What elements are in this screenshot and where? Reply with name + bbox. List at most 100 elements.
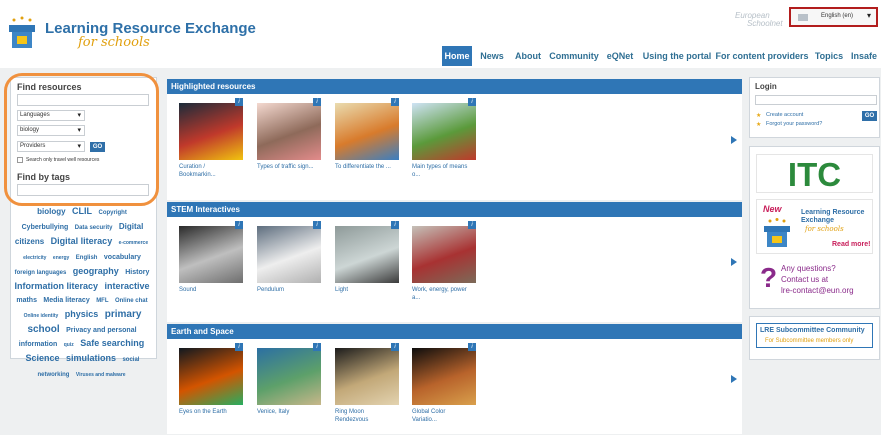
resource-card[interactable]: i Types of traffic sign... (257, 98, 321, 171)
resource-title[interactable]: Venice, Italy (257, 408, 321, 416)
info-icon[interactable]: i (235, 221, 243, 229)
tag-link[interactable]: energy (53, 255, 69, 261)
info-icon[interactable]: i (391, 221, 399, 229)
resource-card[interactable]: i Ring Moon Rendezvous (335, 343, 399, 424)
info-icon[interactable]: i (468, 221, 476, 229)
tag-link[interactable]: Online identity (24, 313, 59, 319)
tag-link[interactable]: quiz (64, 342, 74, 348)
nav-about[interactable]: About (512, 46, 544, 66)
site-title[interactable]: Learning Resource Exchange (45, 20, 256, 37)
resource-card[interactable]: i Global Color Variatio... (412, 343, 476, 424)
tag-link[interactable]: vocabulary (104, 254, 141, 261)
info-icon[interactable]: i (235, 98, 243, 106)
resource-thumbnail[interactable] (335, 226, 399, 283)
resource-thumbnail[interactable] (179, 348, 243, 405)
info-icon[interactable]: i (235, 343, 243, 351)
tag-link[interactable]: physics (65, 309, 99, 319)
questions-box[interactable]: ? Any questions? Contact us at lre-conta… (756, 260, 873, 300)
resource-title[interactable]: Sound (179, 286, 243, 294)
next-arrow-icon[interactable] (731, 375, 737, 383)
login-input[interactable] (755, 95, 877, 105)
resource-title[interactable]: Curation / (179, 163, 243, 171)
tag-link[interactable]: biology (37, 207, 65, 216)
resource-title[interactable]: Light (335, 286, 399, 294)
resource-thumbnail[interactable] (335, 103, 399, 160)
tag-link[interactable]: foreign languages (15, 270, 67, 276)
resource-card[interactable]: i To differentiate the ... (335, 98, 399, 171)
resource-thumbnail[interactable] (179, 103, 243, 160)
resource-thumbnail[interactable] (257, 103, 321, 160)
resource-title[interactable]: Main types of means (412, 163, 476, 171)
lre-promo-banner[interactable]: New Learning Resource Exchange for schoo… (756, 199, 873, 254)
eun-logo[interactable]: European Schoolnet (735, 12, 783, 28)
resource-title[interactable]: Types of traffic sign... (257, 163, 321, 171)
resource-thumbnail[interactable] (257, 348, 321, 405)
info-icon[interactable]: i (313, 221, 321, 229)
info-icon[interactable]: i (313, 98, 321, 106)
resource-title[interactable]: Work, energy, power (412, 286, 476, 294)
tag-link[interactable]: Online chat (115, 298, 148, 304)
tag-link[interactable]: interactive (104, 281, 149, 291)
tag-link[interactable]: electricity (23, 255, 46, 261)
tag-link[interactable]: Data security (75, 225, 113, 231)
resource-card[interactable]: i Venice, Italy (257, 343, 321, 416)
tag-link[interactable]: Viruses and malware (76, 372, 126, 378)
subcommittee-link[interactable]: LRE Subcommittee Community For Subcommit… (756, 323, 873, 348)
resource-thumbnail[interactable] (412, 226, 476, 283)
info-icon[interactable]: i (468, 343, 476, 351)
resource-card[interactable]: i Sound (179, 221, 243, 294)
travel-well-checkbox[interactable] (17, 157, 23, 163)
resource-title[interactable]: Eyes on the Earth (179, 408, 243, 416)
read-more-link[interactable]: Read more! (832, 241, 871, 248)
nav-insafe[interactable]: Insafe (851, 46, 881, 66)
info-icon[interactable]: i (468, 98, 476, 106)
tag-link[interactable]: MFL (96, 298, 108, 304)
resource-thumbnail[interactable] (257, 226, 321, 283)
nav-using-portal[interactable]: Using the portal (641, 46, 713, 66)
nav-news[interactable]: News (476, 46, 508, 66)
resource-card[interactable]: i Curation / Bookmarkin... (179, 98, 243, 179)
tag-link[interactable]: Science (26, 353, 60, 363)
nav-eqnet[interactable]: eQNet (604, 46, 636, 66)
tag-link[interactable]: English (76, 255, 98, 261)
forgot-password-link[interactable]: Forgot your password? (766, 121, 822, 127)
nav-community[interactable]: Community (548, 46, 600, 66)
tag-link[interactable]: Information literacy (14, 281, 98, 291)
resource-title[interactable]: Pendulum (257, 286, 321, 294)
info-icon[interactable]: i (391, 343, 399, 351)
resource-card[interactable]: i Main types of means o... (412, 98, 476, 179)
next-arrow-icon[interactable] (731, 258, 737, 266)
search-go-button[interactable]: GO (90, 142, 105, 152)
resource-title[interactable]: Ring Moon (335, 408, 399, 416)
info-icon[interactable]: i (391, 98, 399, 106)
tag-link[interactable]: Cyberbullying (22, 224, 69, 231)
resource-card[interactable]: i Eyes on the Earth (179, 343, 243, 416)
tag-link[interactable]: Copyright (99, 210, 127, 216)
create-account-link[interactable]: Create account (766, 112, 803, 118)
tag-link[interactable]: simulations (66, 353, 116, 363)
language-select[interactable]: English (en) ▾ (789, 7, 878, 27)
resource-thumbnail[interactable] (412, 103, 476, 160)
nav-home[interactable]: Home (442, 46, 472, 66)
tag-link[interactable]: geography (73, 266, 119, 276)
contact-email-link[interactable]: lre-contact@eun.org (781, 286, 854, 295)
resource-card[interactable]: i Pendulum (257, 221, 321, 294)
tag-link[interactable]: maths (16, 297, 37, 304)
tag-link[interactable]: Safe searching (80, 338, 144, 348)
tags-input[interactable] (17, 184, 149, 196)
tag-link[interactable]: History (125, 269, 149, 276)
nav-topics[interactable]: Topics (811, 46, 847, 66)
languages-select[interactable]: Languages ▾ (17, 110, 85, 121)
resource-thumbnail[interactable] (335, 348, 399, 405)
login-go-button[interactable]: GO (862, 111, 877, 121)
lre-logo-icon[interactable] (8, 16, 36, 50)
tag-link[interactable]: Media literacy (43, 297, 89, 304)
nav-content-providers[interactable]: For content providers (716, 46, 809, 66)
resource-thumbnail[interactable] (179, 226, 243, 283)
next-arrow-icon[interactable] (731, 136, 737, 144)
tag-link[interactable]: e-commerce (119, 240, 148, 246)
info-icon[interactable]: i (313, 343, 321, 351)
tag-link[interactable]: Digital literacy (51, 236, 113, 246)
resource-thumbnail[interactable] (412, 348, 476, 405)
resource-card[interactable]: i Work, energy, power a... (412, 221, 476, 302)
